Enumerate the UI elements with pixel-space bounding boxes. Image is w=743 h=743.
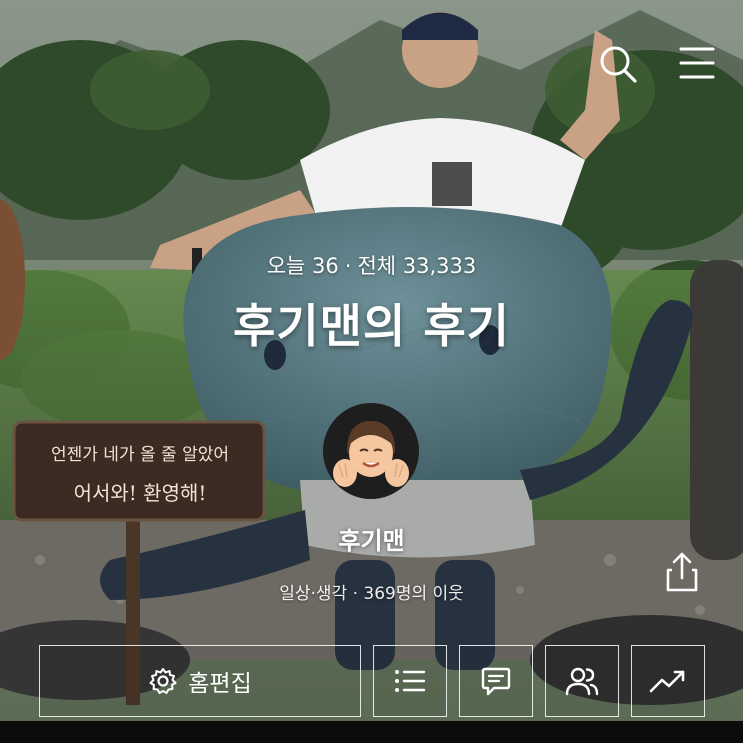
list-icon bbox=[395, 670, 426, 692]
sign-line-2: 어서와! 환영해! bbox=[73, 481, 207, 505]
total-count: 전체 33,333 bbox=[357, 254, 477, 278]
avatar[interactable] bbox=[323, 403, 419, 499]
blog-subtitle: 일상·생각 · 369명의 이웃 bbox=[279, 584, 464, 604]
sign-line-1: 언젠가 네가 올 줄 알았어 bbox=[50, 445, 229, 465]
sign-text: 언젠가 네가 올 줄 알았어 어서와! 환영해! bbox=[18, 440, 262, 506]
search-icon[interactable] bbox=[597, 43, 637, 83]
hamburger-menu-icon[interactable] bbox=[678, 43, 718, 83]
edit-home-label: 홈편집 bbox=[188, 671, 252, 697]
nickname[interactable]: 후기맨 bbox=[0, 521, 743, 556]
blog-home-screen: 언젠가 네가 올 줄 알았어 어서와! 환영해! 오늘 36 · 전체 33,333… bbox=[0, 0, 743, 743]
post-list-button[interactable] bbox=[373, 645, 447, 717]
edit-home-button[interactable]: 홈편집 bbox=[39, 645, 361, 717]
cover-photo bbox=[0, 0, 743, 743]
bottom-edge bbox=[0, 721, 743, 743]
today-count: 오늘 36 bbox=[266, 254, 339, 278]
comments-button[interactable] bbox=[459, 645, 533, 717]
users-icon bbox=[565, 667, 599, 696]
comment-icon bbox=[481, 667, 511, 696]
blog-title: 후기맨의 후기 bbox=[233, 299, 510, 353]
stats-button[interactable] bbox=[631, 645, 705, 717]
trend-chart-icon bbox=[649, 670, 685, 693]
neighbors-button[interactable] bbox=[545, 645, 619, 717]
share-icon[interactable] bbox=[662, 550, 702, 594]
gear-icon bbox=[149, 668, 177, 694]
visitor-stats: 오늘 36 · 전체 33,333 bbox=[0, 250, 743, 280]
stats-separator: · bbox=[344, 254, 352, 278]
